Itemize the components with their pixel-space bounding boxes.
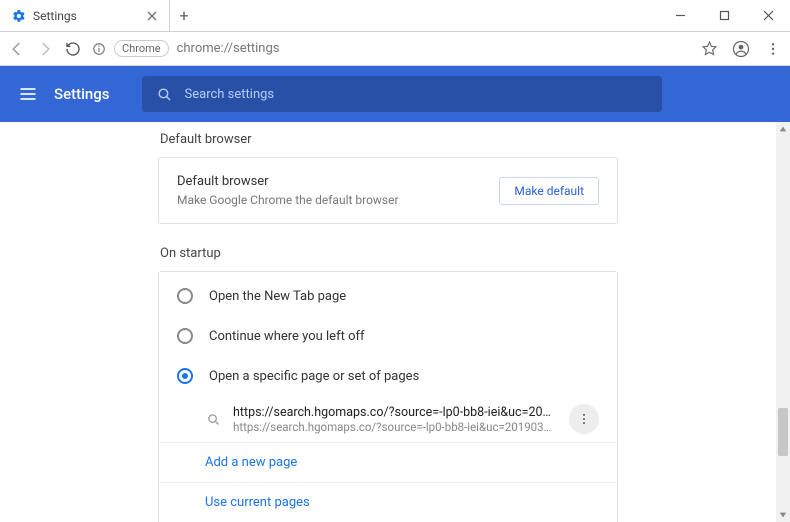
settings-header: Settings (0, 66, 790, 122)
content-area: Default browser Default browser Make Goo… (0, 122, 790, 522)
search-settings[interactable] (142, 76, 662, 112)
radio-icon (177, 368, 193, 384)
section-on-startup: On startup (160, 246, 618, 261)
add-new-page-link[interactable]: Add a new page (159, 442, 617, 482)
window-maximize[interactable] (702, 0, 746, 31)
option-label: Open a specific page or set of pages (209, 369, 419, 384)
forward-button[interactable] (36, 40, 54, 58)
reload-button[interactable] (64, 40, 82, 58)
page-actions-button[interactable] (569, 404, 599, 434)
close-tab-icon[interactable] (147, 11, 157, 21)
search-icon (156, 86, 173, 103)
scroll-up-icon[interactable] (776, 122, 790, 136)
page-url-title: https://search.hgomaps.co/?source=-lp0-b… (233, 405, 557, 420)
scrollbar[interactable] (776, 122, 790, 522)
star-icon[interactable] (700, 40, 718, 58)
default-browser-title: Default browser (177, 174, 399, 189)
search-input[interactable] (185, 87, 648, 102)
default-browser-card: Default browser Make Google Chrome the d… (158, 157, 618, 224)
scrollbar-thumb[interactable] (778, 408, 788, 456)
startup-page-entry: https://search.hgomaps.co/?source=-lp0-b… (159, 396, 617, 442)
tab-title: Settings (33, 9, 77, 23)
page-title: Settings (54, 85, 110, 103)
window-close[interactable] (746, 0, 790, 31)
startup-card: Open the New Tab page Continue where you… (158, 271, 618, 522)
menu-toggle-icon[interactable] (18, 84, 38, 104)
url-text: chrome://settings (177, 41, 280, 56)
startup-option-new-tab[interactable]: Open the New Tab page (159, 276, 617, 316)
option-label: Open the New Tab page (209, 289, 346, 304)
new-tab-button[interactable]: + (170, 0, 198, 31)
startup-option-specific[interactable]: Open a specific page or set of pages (159, 356, 617, 396)
omnibox[interactable]: Chrome chrome://settings (92, 40, 682, 57)
radio-icon (177, 328, 193, 344)
back-button[interactable] (8, 40, 26, 58)
browser-tab[interactable]: Settings (0, 0, 170, 31)
gear-icon (12, 9, 26, 23)
radio-icon (177, 288, 193, 304)
profile-icon[interactable] (732, 40, 750, 58)
site-info-icon[interactable] (92, 42, 106, 56)
section-default-browser: Default browser (160, 132, 618, 147)
option-label: Continue where you left off (209, 329, 365, 344)
origin-chip: Chrome (114, 40, 169, 57)
scroll-down-icon[interactable] (776, 508, 790, 522)
use-current-pages-link[interactable]: Use current pages (159, 482, 617, 522)
globe-icon (205, 411, 221, 427)
default-browser-subtitle: Make Google Chrome the default browser (177, 193, 399, 207)
page-url-subtitle: https://search.hgomaps.co/?source=-lp0-b… (233, 420, 557, 434)
window-minimize[interactable] (658, 0, 702, 31)
window-titlebar: Settings + (0, 0, 790, 32)
browser-toolbar: Chrome chrome://settings (0, 32, 790, 66)
startup-option-continue[interactable]: Continue where you left off (159, 316, 617, 356)
menu-icon[interactable] (764, 40, 782, 58)
make-default-button[interactable]: Make default (499, 177, 599, 205)
